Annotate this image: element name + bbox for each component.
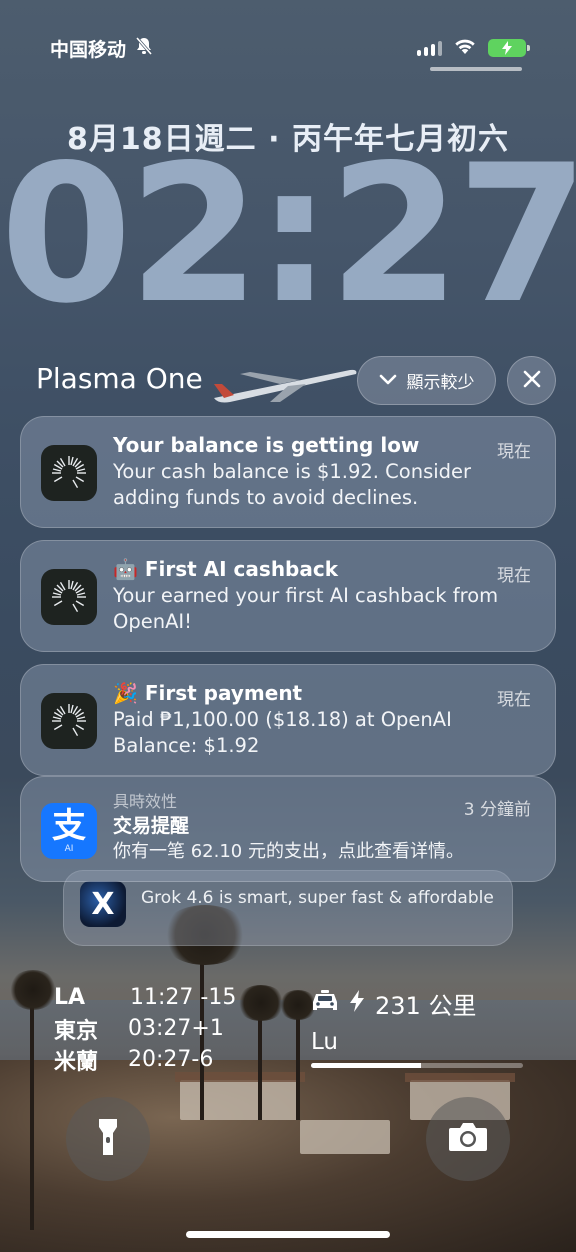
charge-progress-fill (311, 1063, 422, 1068)
plasma-app-icon (41, 693, 97, 749)
camera-button[interactable] (426, 1097, 510, 1181)
clock-city: 米蘭 (54, 1049, 99, 1075)
clock-time: 11:27 -15 (130, 985, 237, 1010)
ev-charging-widget[interactable]: 231 公里 Lu (311, 986, 523, 1068)
notification-card-alipay[interactable]: 支 AI 具時效性 交易提醒 你有一笔 62.10 元的支出，点此查看详情。 3… (20, 776, 556, 882)
alipay-app-icon: 支 AI (41, 803, 97, 859)
camera-icon (447, 1121, 489, 1157)
clock-time: 03:27+1 (128, 1016, 224, 1041)
status-icons (417, 38, 530, 59)
carrier-area: 中国移动 (50, 35, 154, 62)
flashlight-button[interactable] (66, 1097, 150, 1181)
notification-body: 你有一笔 62.10 元的支出，点此查看详情。 (113, 841, 464, 862)
notification-time: 現在 (497, 690, 531, 710)
world-clock-row: 米蘭 20:27-6 (54, 1044, 236, 1075)
notification-time: 現在 (497, 566, 531, 586)
vehicle-name: Lu (311, 1029, 338, 1055)
notification-time: 現在 (497, 442, 531, 462)
show-less-button[interactable]: 顯示較少 (357, 356, 496, 405)
plasma-app-icon (41, 445, 97, 501)
charge-header: 231 公里 (311, 986, 523, 1021)
notification-group-title: Plasma One (36, 362, 203, 395)
palm-tree-top (8, 970, 58, 1010)
clock-city: 東京 (54, 1018, 99, 1044)
notification-card[interactable]: Your balance is getting low Your cash ba… (20, 416, 556, 528)
airplane-image (210, 362, 360, 408)
lock-time: 02:27 (0, 124, 576, 345)
flashlight-icon (97, 1117, 119, 1161)
battery-charging-icon (488, 39, 530, 57)
close-icon (523, 370, 541, 392)
notification-body-line1: Paid ₱1,100.00 ($18.18) at OpenAI (113, 708, 452, 731)
bell-slash-icon (134, 36, 154, 61)
bolt-icon (349, 989, 365, 1018)
background-house (180, 1080, 300, 1120)
show-less-label: 顯示較少 (406, 373, 475, 393)
clock-city: LA (54, 985, 86, 1010)
world-clock-widget[interactable]: LA 11:27 -15 東京 03:27+1 米蘭 20:27-6 (54, 982, 236, 1075)
carrier-name: 中国移动 (50, 38, 127, 61)
notification-body: Your earned your first AI cashback from … (113, 584, 499, 633)
alipay-icon-glyph: 支 (52, 806, 86, 846)
x-app-icon-letter: X (91, 886, 115, 922)
charge-range: 231 公里 (375, 992, 477, 1020)
charge-progress-bar (311, 1063, 523, 1068)
palm-tree (30, 990, 34, 1230)
notification-title: Your balance is getting low (113, 433, 420, 457)
notification-title: 🤖 First AI cashback (113, 557, 339, 581)
notification-card[interactable]: 🤖 First AI cashback Your earned your fir… (20, 540, 556, 652)
x-app-icon: X (80, 881, 126, 927)
notification-title: 🎉 First payment (113, 681, 303, 705)
notification-body-line2: Balance: $1.92 (113, 734, 260, 757)
notification-card[interactable]: 🎉 First payment Paid ₱1,100.00 ($18.18) … (20, 664, 556, 776)
control-center-indicator[interactable] (430, 67, 522, 71)
alipay-icon-sub: AI (64, 844, 74, 854)
status-bar: 中国移动 (50, 34, 530, 62)
world-clock-row: 東京 03:27+1 (54, 1013, 236, 1044)
plasma-app-icon (41, 569, 97, 625)
notification-time: 3 分鐘前 (463, 800, 531, 820)
wifi-icon (454, 38, 476, 59)
clear-group-button[interactable] (507, 356, 556, 405)
car-icon (311, 989, 339, 1018)
stacked-notification-text: Grok 4.6 is smart, super fast & affordab… (141, 888, 494, 908)
chevron-down-icon (379, 371, 397, 391)
background-house (300, 1120, 390, 1154)
palm-tree (296, 1010, 300, 1120)
clock-time: 20:27-6 (128, 1047, 214, 1072)
background-roof (405, 1073, 515, 1082)
notification-body: Your cash balance is $1.92. Consider add… (113, 460, 472, 509)
world-clock-row: LA 11:27 -15 (54, 982, 236, 1013)
home-indicator[interactable] (186, 1231, 390, 1238)
cellular-signal-icon (417, 40, 442, 56)
